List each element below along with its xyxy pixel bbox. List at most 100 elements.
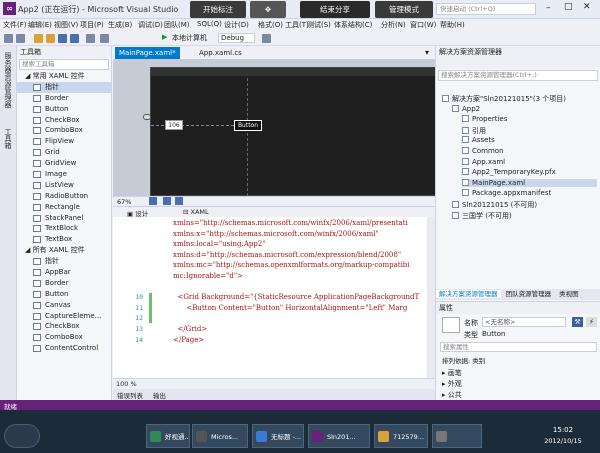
layout-icon[interactable] [175, 197, 183, 205]
design-surface[interactable]: 106 Button [113, 59, 437, 196]
solution-tree-item[interactable]: Properties [462, 115, 507, 123]
minimize-icon[interactable]: – [546, 3, 551, 13]
toolbox-side-tab[interactable]: 工具箱 [3, 128, 13, 149]
grid-icon[interactable] [149, 197, 157, 205]
editor-zoom-select[interactable]: 100 % [116, 380, 137, 388]
menu-item-13[interactable]: 分析(N) [381, 20, 406, 30]
stop-share-button[interactable]: 结束分享 [300, 1, 370, 18]
menu-item-15[interactable]: 帮助(H) [440, 20, 465, 30]
solution-tree-item[interactable]: App.xaml [462, 157, 505, 166]
code-line[interactable]: xmlns="http://schemas.microsoft.com/winf… [173, 219, 408, 227]
menu-item-12[interactable]: 体系结构(C) [334, 20, 372, 30]
tab-team-explorer[interactable]: 团队资源管理器 [503, 290, 555, 298]
start-debug-icon[interactable]: ▶ [162, 33, 167, 41]
category-brush[interactable]: ▸ 画笔 [442, 368, 462, 378]
toolbox-item[interactable]: Canvas [17, 300, 111, 311]
tab-output[interactable]: 输出 [153, 390, 166, 400]
toolbox-item[interactable]: RadioButton [17, 191, 111, 202]
tab-class-view[interactable]: 类视图 [556, 290, 582, 298]
toolbox-item[interactable]: GridView [17, 158, 111, 169]
config-select[interactable]: Debug [218, 33, 256, 43]
save-icon[interactable] [58, 34, 67, 43]
toolbox-item[interactable]: Rectangle [17, 202, 111, 213]
solution-tree-item[interactable]: 解决方案"Sln20121015"(3 个项目) [442, 94, 566, 104]
start-button[interactable] [4, 424, 40, 448]
toolbox-item[interactable]: Border [17, 278, 111, 289]
close-icon[interactable]: ✕ [583, 2, 591, 12]
menu-item-14[interactable]: 窗口(W) [410, 20, 436, 30]
arrange-by-select[interactable]: 排列依据: 类别 [442, 355, 485, 365]
toolbox-item[interactable]: TextBlock [17, 223, 111, 234]
annotate-button[interactable]: 开始标注 [190, 1, 246, 18]
zoom-select[interactable]: 67% [117, 198, 131, 206]
menu-item-8[interactable]: 设计(D) [224, 20, 249, 30]
solution-tree-item[interactable]: 三国学 (不可用) [452, 211, 512, 221]
toolbox-item[interactable]: 指针 [17, 256, 111, 267]
solution-tree-item[interactable]: Assets [462, 136, 495, 144]
menu-item-7[interactable]: SQL(Q) [197, 20, 222, 28]
wrench-icon[interactable]: ⚒ [572, 317, 583, 327]
save-all-icon[interactable] [70, 34, 79, 43]
quick-launch-input[interactable]: 快速启动 (Ctrl+Q) [436, 3, 536, 15]
property-search-input[interactable]: 搜索属性 [440, 342, 597, 352]
toolbox-item[interactable]: ListView [17, 180, 111, 191]
code-line[interactable]: xmlns:x="http://schemas.microsoft.com/wi… [173, 230, 379, 238]
toolbox-item[interactable]: Grid [17, 147, 111, 158]
events-icon[interactable]: ⚡ [586, 317, 597, 327]
open-icon[interactable] [46, 34, 55, 43]
taskbar-app[interactable]: 712579... [374, 424, 428, 448]
name-field[interactable]: <无名称> [482, 317, 566, 327]
menu-item-5[interactable]: 调试(D) [138, 20, 163, 30]
maximize-icon[interactable]: □ [564, 2, 573, 12]
code-line[interactable]: mc:Ignorable="d"> [173, 272, 243, 280]
toolbox-item[interactable]: CaptureEleme... [17, 311, 111, 322]
selected-button-control[interactable]: Button [234, 120, 262, 131]
solution-tree-item[interactable]: Package.appxmanifest [462, 189, 551, 197]
code-line[interactable]: <Button Content="Button" HorizontalAlign… [173, 304, 407, 312]
tool-icon[interactable] [262, 34, 271, 43]
category-common[interactable]: ▸ 公共 [442, 390, 462, 400]
back-icon[interactable] [4, 34, 13, 43]
toolbox-item[interactable]: Button [17, 104, 111, 115]
toolbox-search-input[interactable]: 搜索工具箱 [19, 59, 109, 70]
toolbox-item[interactable]: ComboBox [17, 332, 111, 343]
menu-item-2[interactable]: 视图(V) [54, 20, 78, 30]
solution-tree-item[interactable]: App2 [452, 104, 480, 113]
taskbar-app[interactable]: 无标题 -... [252, 424, 304, 448]
taskbar-app[interactable] [432, 424, 482, 448]
menu-item-11[interactable]: 测试(S) [307, 20, 331, 30]
taskbar-app[interactable]: 好视通... [146, 424, 190, 448]
toolbox-item[interactable]: Border [17, 93, 111, 104]
move-icon[interactable]: ✥ [250, 1, 286, 18]
toolbox-item[interactable]: Image [17, 169, 111, 180]
menu-item-1[interactable]: 编辑(E) [28, 20, 52, 30]
toolbox-group-header[interactable]: ◢ 所有 XAML 控件 [17, 245, 111, 256]
menu-item-3[interactable]: 项目(P) [80, 20, 104, 30]
toolbox-item[interactable]: AppBar [17, 267, 111, 278]
toolbox-item[interactable]: ContentControl [17, 343, 111, 354]
tab-dropdown-icon[interactable]: ▾ [425, 48, 429, 57]
code-line[interactable]: xmlns:local="using:App2" [173, 240, 266, 248]
menu-item-4[interactable]: 生成(B) [108, 20, 132, 30]
toolbox-item[interactable]: Button [17, 289, 111, 300]
toolbox-item[interactable]: TextBox [17, 234, 111, 245]
snap-icon[interactable] [163, 197, 171, 205]
solution-tree-item[interactable]: 引用 [462, 126, 486, 136]
category-appearance[interactable]: ▸ 外观 [442, 379, 462, 389]
xaml-view-tab[interactable]: ⊟ XAML [183, 208, 209, 216]
code-line[interactable]: </Page> [173, 336, 204, 344]
solution-tree-item[interactable]: App2_TemporaryKey.pfx [462, 168, 556, 176]
toolbox-item[interactable]: CheckBox [17, 321, 111, 332]
menu-item-0[interactable]: 文件(F) [3, 20, 27, 30]
tab-mainpage-xaml[interactable]: MainPage.xaml* [115, 47, 180, 59]
undo-icon[interactable] [86, 34, 95, 43]
page-preview[interactable]: 106 Button [150, 67, 437, 196]
toolbox-item[interactable]: FlipView [17, 136, 111, 147]
tab-app-xaml-cs[interactable]: App.xaml.cs [195, 47, 246, 59]
code-line[interactable]: xmlns:mc="http://schemas.openxmlformats.… [173, 261, 410, 269]
toolbox-item[interactable]: ComboBox [17, 125, 111, 136]
toolbox-item[interactable]: StackPanel [17, 213, 111, 224]
run-target-select[interactable]: 本地计算机 [172, 33, 207, 43]
server-explorer-tab[interactable]: 服务器资源管理器 [3, 52, 13, 108]
code-line[interactable]: </Grid> [173, 325, 207, 333]
